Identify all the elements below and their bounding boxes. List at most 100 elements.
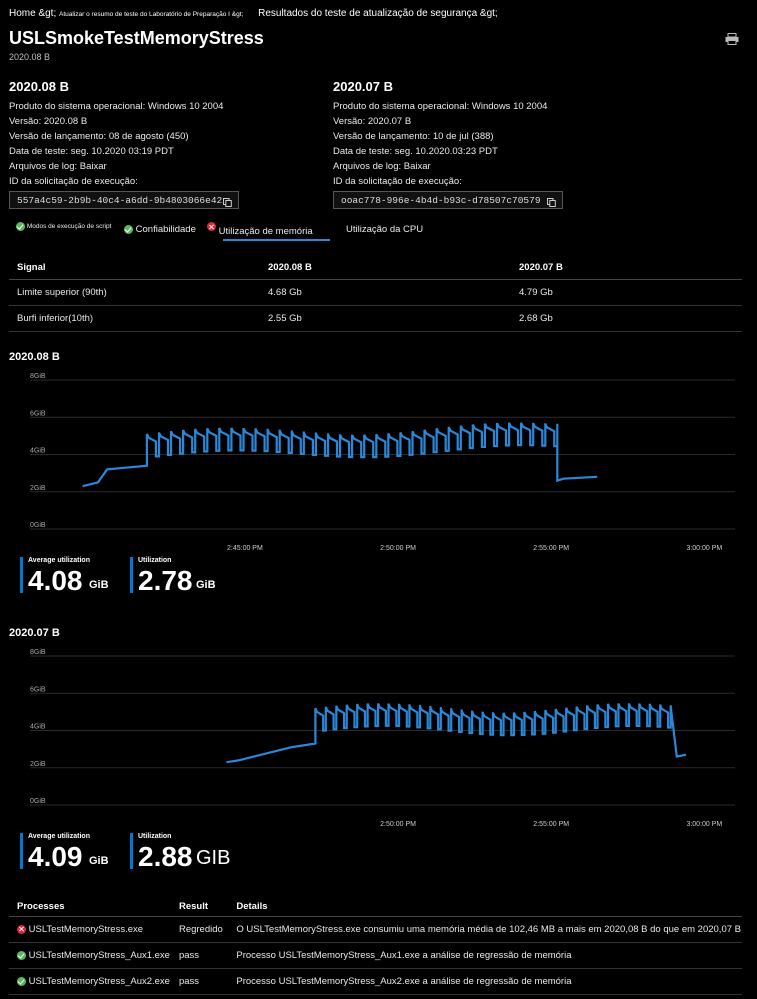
memory-series-line [226, 703, 687, 764]
table-row: USLTestMemoryStress_Aux2.exe pass Proces… [9, 968, 742, 995]
result-tabs: Modos de execução de script Confiabilida… [16, 222, 516, 244]
y-tick-label: 8GiB [30, 649, 46, 656]
x-tick-label: 2:45:00 PM [227, 545, 263, 552]
build-info-2007b: 2020.07 B Produto do sistema operacional… [333, 80, 563, 209]
request-id-value: 557a4c59-2b9b-40c4-a6dd-9b4803066e42 [17, 195, 223, 206]
table-cell: Burfi inferior(10th) [9, 305, 260, 332]
test-date: Data de teste: seg. 10.2020.03:23 PDT [333, 146, 498, 157]
error-icon [17, 924, 26, 934]
y-tick-label: 8GiB [30, 373, 46, 380]
copy-icon[interactable] [547, 196, 556, 207]
metric-unit: GiB [89, 855, 109, 867]
page-subtitle: 2020.08 B [9, 52, 51, 62]
log-files-link[interactable]: Arquivos de log: Baixar [333, 159, 563, 174]
tab-reliability[interactable]: Confiabilidade [124, 224, 196, 235]
copy-icon[interactable] [223, 196, 232, 207]
column-header: 2020.07 B [511, 255, 742, 280]
chart-title: 2020.08 B [9, 351, 60, 363]
table-row: USLTestMemoryStress.exe Regredido O USLT… [9, 916, 742, 943]
metric-accent-bar [130, 833, 133, 869]
release-version: Versão de lançamento: 08 de agosto (450) [9, 131, 189, 142]
metric-label: Utilization [138, 557, 172, 564]
y-tick-label: 0GiB [30, 522, 46, 529]
x-tick-label: 3:00:00 PM [686, 545, 722, 552]
table-row: Burfi inferior(10th) 2.55 Gb 2.68 Gb [9, 305, 742, 332]
memory-chart-2007b: 8GiB 6GiB 4GiB 2GiB 0GiB 2:50:00 PM 2:55:00 PM… [30, 649, 735, 828]
table-cell: 4.79 Gb [511, 279, 742, 306]
breadcrumb-current[interactable]: Resultados do teste de atualização de se… [258, 8, 498, 19]
request-id-label: ID da solicitação de execução: [333, 176, 462, 187]
y-tick-label: 0GiB [30, 798, 46, 805]
check-icon [16, 222, 25, 231]
column-header: Details [228, 896, 742, 917]
tab-memory[interactable]: Utilização de memória [207, 222, 313, 237]
build-name: 2020.08 B [9, 79, 69, 94]
table-cell: Limite superior (90th) [9, 279, 260, 306]
tab-cpu[interactable]: Utilização da CPU [346, 224, 423, 235]
process-name-cell: USLTestMemoryStress.exe [9, 916, 171, 943]
y-tick-label: 4GiB [30, 724, 46, 731]
column-header: 2020.08 B [260, 255, 511, 280]
process-name-cell: USLTestMemoryStress_Aux1.exe [9, 942, 171, 969]
metric-value: 4.09 [28, 841, 83, 872]
check-icon [17, 950, 26, 960]
metric-unit: GiB [89, 579, 109, 591]
build-name: 2020.07 B [333, 79, 393, 94]
processes-table: Processes Result Details USLTestMemorySt… [9, 896, 742, 995]
process-name-cell: USLTestMemoryStress_Aux2.exe [9, 968, 171, 995]
y-tick-label: 6GiB [30, 410, 46, 417]
os-product: Produto do sistema operacional: Windows … [333, 101, 548, 112]
details-cell: Processo USLTestMemoryStress_Aux1.exe a … [228, 942, 742, 969]
check-icon [124, 224, 133, 234]
page-title: USLSmokeTestMemoryStress [9, 28, 264, 48]
table-cell: 2.55 Gb [260, 305, 511, 332]
x-tick-label: 2:55:00 PM [533, 821, 569, 828]
chart-title: 2020.07 B [9, 627, 60, 639]
metric-value: 2.78 [138, 565, 193, 596]
result-cell: pass [170, 942, 229, 969]
metric-accent-bar [130, 557, 133, 593]
request-id-field[interactable]: 557a4c59-2b9b-40c4-a6dd-9b4803066e42 [9, 191, 239, 209]
tab-selected-indicator [223, 239, 330, 241]
result-cell: pass [170, 968, 229, 995]
breadcrumb: Home &gt; Atualizar o resumo de teste do… [9, 8, 498, 19]
breadcrumb-home[interactable]: Home &gt; [9, 8, 56, 19]
y-tick-label: 2GiB [30, 761, 46, 768]
y-tick-label: 2GiB [30, 485, 46, 492]
metric-unit: GiB [196, 579, 216, 591]
table-header-row: Processes Result Details [9, 896, 742, 917]
metric-value: 4.08 [28, 565, 83, 596]
metric-accent-bar [20, 557, 23, 593]
metric-unit: GIB [196, 847, 231, 869]
test-date: Data de teste: seg. 10.2020 03:19 PDT [9, 146, 174, 157]
result-cell: Regredido [170, 916, 229, 943]
request-id-value: ooac778-996e-4b4d-b93c-d78507c70579 [341, 195, 541, 206]
breadcrumb-lab-summary[interactable]: Atualizar o resumo de teste do Laboratór… [59, 11, 243, 18]
request-id-field[interactable]: ooac778-996e-4b4d-b93c-d78507c70579 [333, 191, 563, 209]
printer-icon[interactable] [725, 32, 739, 45]
x-tick-label: 2:55:00 PM [533, 545, 569, 552]
table-header-row: Signal 2020.08 B 2020.07 B [9, 255, 742, 280]
x-tick-label: 3:00:00 PM [686, 821, 722, 828]
memory-chart-2008b: 8GiB 6GiB 4GiB 2GiB 0GiB 2:45:00 PM 2:50:00 PM… [30, 373, 735, 552]
details-cell: Processo USLTestMemoryStress_Aux2.exe a … [228, 968, 742, 995]
table-cell: 2.68 Gb [511, 305, 742, 332]
details-cell: O USLTestMemoryStress.exe consumiu uma m… [228, 916, 742, 943]
x-tick-label: 2:50:00 PM [380, 545, 416, 552]
tab-script-modes[interactable]: Modos de execução de script [16, 222, 111, 231]
metric-label: Average utilization [28, 557, 90, 564]
metric-accent-bar [20, 833, 23, 869]
metric-label: Average utilization [28, 833, 90, 840]
version: Versão: 2020.07 B [333, 116, 412, 127]
y-tick-label: 4GiB [30, 448, 46, 455]
metric-label: Utilization [138, 833, 172, 840]
log-files-link[interactable]: Arquivos de log: Baixar [9, 159, 239, 174]
release-version: Versão de lançamento: 10 de jul (388) [333, 131, 494, 142]
build-info-2008b: 2020.08 B Produto do sistema operacional… [9, 80, 239, 209]
metric-value: 2.88 [138, 841, 193, 872]
column-header: Result [170, 896, 229, 917]
os-product: Produto do sistema operacional: Windows … [9, 101, 224, 112]
error-icon [207, 222, 216, 231]
column-header: Processes [9, 896, 171, 917]
table-row: USLTestMemoryStress_Aux1.exe pass Proces… [9, 942, 742, 969]
